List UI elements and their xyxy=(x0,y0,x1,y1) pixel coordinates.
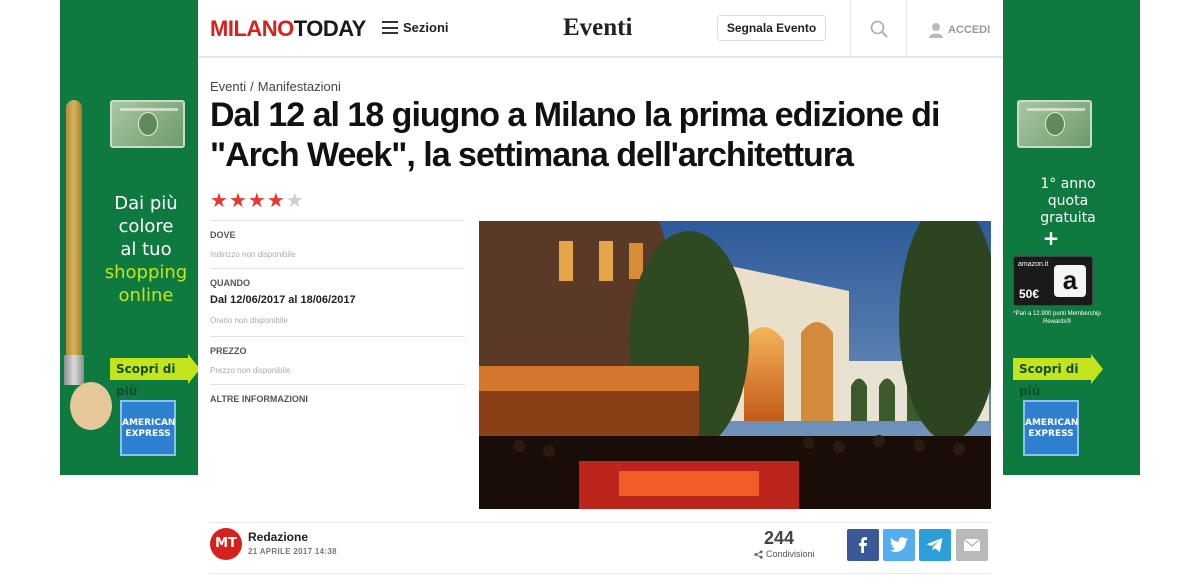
header-divider xyxy=(906,0,907,58)
twitter-icon xyxy=(890,537,908,552)
divider xyxy=(210,573,990,574)
price-value: Prezzo non disponibile xyxy=(210,366,291,375)
publish-date: 21 APRILE 2017 14:38 xyxy=(248,547,337,556)
page: Dai più colore al tuo shopping online Sc… xyxy=(0,0,1200,581)
facebook-icon xyxy=(859,537,867,553)
author-name[interactable]: Redazione xyxy=(248,530,308,544)
article-content: Eventi / Manifestazioni Dal 12 al 18 giugn… xyxy=(198,58,1003,581)
credit-card-image xyxy=(1017,100,1092,148)
paintbrush-tip xyxy=(70,382,112,430)
amazon-gift-card: amazon.it 50€ a xyxy=(1013,256,1093,306)
share-label: Condivisioni xyxy=(754,549,824,559)
credit-card-image xyxy=(110,100,185,148)
search-icon[interactable] xyxy=(870,20,888,38)
user-icon xyxy=(929,23,943,38)
time-value: Orario non disponibile xyxy=(210,316,288,325)
telegram-icon xyxy=(927,538,943,552)
report-event-button[interactable]: Segnala Evento xyxy=(717,15,826,41)
price-block: PREZZO Prezzo non disponibile xyxy=(210,336,465,384)
hamburger-icon xyxy=(382,21,398,34)
star-icon[interactable]: ★ xyxy=(286,190,304,210)
star-icon[interactable]: ★ xyxy=(229,190,247,210)
star-icon[interactable]: ★ xyxy=(210,190,228,210)
left-ad-cta-button[interactable]: Scopri di più xyxy=(110,354,198,398)
right-ad-banner[interactable]: 1° anno quota gratuita + amazon.it 50€ a… xyxy=(1003,0,1140,475)
plus-sign: + xyxy=(1042,226,1060,250)
login-button[interactable]: ACCEDI xyxy=(928,22,990,38)
right-ad-text: 1° anno quota gratuita xyxy=(1040,176,1096,226)
when-value: Dal 12/06/2017 al 18/06/2017 xyxy=(210,294,356,306)
share-count: 244 xyxy=(763,528,795,548)
amazon-logo: a xyxy=(1054,265,1086,297)
amex-logo: AMERICAN EXPRESS xyxy=(120,400,176,456)
breadcrumb-subcategory-link[interactable]: Manifestazioni xyxy=(258,79,341,94)
star-icon[interactable]: ★ xyxy=(267,190,285,210)
divider xyxy=(210,522,990,523)
star-rating[interactable]: ★ ★ ★ ★ ★ xyxy=(210,190,305,210)
sections-menu-button[interactable]: Sezioni xyxy=(382,20,449,35)
star-icon[interactable]: ★ xyxy=(248,190,266,210)
twitter-share-button[interactable] xyxy=(883,529,915,561)
paintbrush-handle xyxy=(66,100,82,370)
more-info-block: ALTRE INFORMAZIONI xyxy=(210,384,465,414)
telegram-share-button[interactable] xyxy=(919,529,951,561)
event-photo[interactable] xyxy=(479,221,991,509)
share-icon xyxy=(754,549,763,559)
email-icon xyxy=(963,538,981,551)
breadcrumb-category-link[interactable]: Eventi xyxy=(210,79,246,94)
left-ad-text: Dai più colore al tuo shopping online xyxy=(104,193,188,306)
amex-logo: AMERICAN EXPRESS xyxy=(1023,400,1079,456)
header-divider xyxy=(850,0,851,58)
event-info-panel: DOVE Indirizzo non disponibile QUANDO Da… xyxy=(210,220,465,414)
where-value: Indirizzo non disponibile xyxy=(210,250,296,259)
paintbrush-ferrule xyxy=(64,355,84,385)
right-ad-cta-button[interactable]: Scopri di più xyxy=(1013,354,1103,398)
article-title: Dal 12 al 18 giugno a Milano la prima ed… xyxy=(210,96,940,174)
amazon-note: *Pari a 12.900 punti Membership Rewards® xyxy=(1013,311,1101,325)
left-ad-banner[interactable]: Dai più colore al tuo shopping online Sc… xyxy=(60,0,198,475)
email-share-button[interactable] xyxy=(956,529,988,561)
when-block: QUANDO Dal 12/06/2017 al 18/06/2017 Orar… xyxy=(210,268,465,336)
site-logo[interactable]: MILANOTODAY xyxy=(210,16,366,42)
breadcrumb: Eventi / Manifestazioni xyxy=(210,79,341,94)
where-block: DOVE Indirizzo non disponibile xyxy=(210,220,465,268)
facebook-share-button[interactable] xyxy=(847,529,879,561)
author-avatar[interactable]: MT xyxy=(210,528,242,560)
event-photo-illustration xyxy=(479,221,991,509)
site-header: MILANOTODAY Sezioni Eventi Segnala Event… xyxy=(198,0,1003,58)
section-title[interactable]: Eventi xyxy=(563,14,632,42)
